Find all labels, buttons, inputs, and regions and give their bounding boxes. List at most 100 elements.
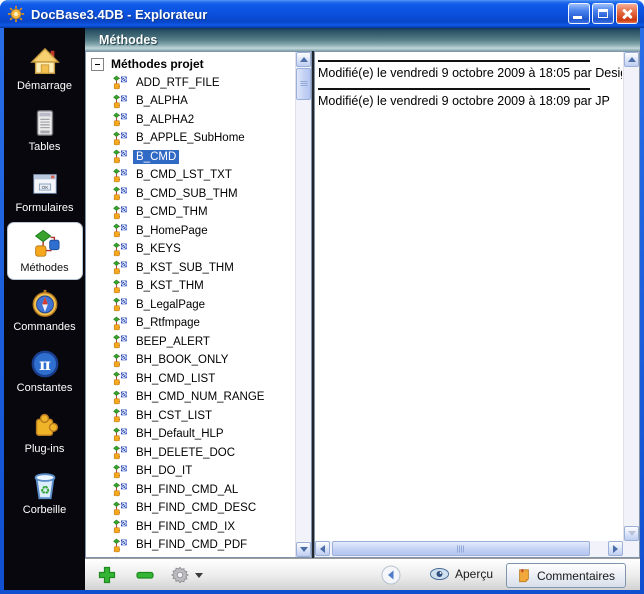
tree-item[interactable]: B_CMD_THM bbox=[86, 203, 295, 222]
maximize-button[interactable] bbox=[592, 3, 614, 24]
tree-item-label[interactable]: BH_CMD_LIST bbox=[133, 372, 218, 386]
tree-item-label[interactable]: B_Rtfmpage bbox=[133, 316, 203, 330]
plus-icon bbox=[97, 565, 117, 585]
tree-item[interactable]: BH_CMD_LIST bbox=[86, 370, 295, 389]
method-icon bbox=[112, 390, 128, 405]
compass-icon bbox=[30, 288, 60, 318]
tree-item[interactable]: BH_CMD_NUM_RANGE bbox=[86, 388, 295, 407]
remove-method-button[interactable] bbox=[135, 565, 155, 585]
tree-item-label[interactable]: BEEP_ALERT bbox=[133, 335, 213, 349]
gear-icon bbox=[171, 566, 189, 584]
tree-item-label[interactable]: BH_DO_IT bbox=[133, 464, 195, 478]
tree-vertical-scrollbar[interactable] bbox=[295, 52, 311, 557]
sidebar-item-constantes[interactable]: πConstantes bbox=[8, 341, 82, 402]
comments-button[interactable]: Commentaires bbox=[506, 563, 626, 588]
tree-item-label[interactable]: B_KEYS bbox=[133, 242, 184, 256]
tree-item-label[interactable]: BH_DELETE_DOC bbox=[133, 446, 238, 460]
tree-item[interactable]: B_CMD_LST_TXT bbox=[86, 166, 295, 185]
tree-item[interactable]: B_ALPHA bbox=[86, 92, 295, 111]
app-gear-icon bbox=[7, 5, 25, 23]
detail-vertical-scrollbar[interactable] bbox=[623, 52, 639, 541]
tree-item-label[interactable]: B_LegalPage bbox=[133, 298, 208, 312]
tree-item-label[interactable]: B_CMD_LST_TXT bbox=[133, 168, 235, 182]
sidebar-item-corbeille[interactable]: ♻ Corbeille bbox=[8, 463, 82, 524]
tree-item-label[interactable]: BH_CMD_NUM_RANGE bbox=[133, 390, 267, 404]
settings-menu-button[interactable] bbox=[171, 566, 203, 584]
scroll-right-button[interactable] bbox=[608, 541, 623, 556]
sidebar-item-label: Constantes bbox=[17, 382, 73, 394]
tree-item-label[interactable]: B_CMD_SUB_THM bbox=[133, 187, 241, 201]
tree-root-row[interactable]: Méthodes projet bbox=[86, 55, 295, 74]
method-icon bbox=[112, 316, 128, 331]
tree-item-label[interactable]: BH_FIND_CMD_PDF bbox=[133, 538, 250, 552]
tree-item-label[interactable]: BH_CST_LIST bbox=[133, 409, 215, 423]
sidebar-item-tables[interactable]: Tables bbox=[8, 100, 82, 161]
preview-button[interactable]: Aperçu bbox=[429, 567, 493, 581]
scroll-up-button[interactable] bbox=[624, 52, 639, 67]
tree-item[interactable]: B_ALPHA2 bbox=[86, 111, 295, 130]
tree-item[interactable]: BEEP_ALERT bbox=[86, 333, 295, 352]
scrollbar-thumb[interactable] bbox=[332, 541, 590, 556]
method-icon bbox=[112, 334, 128, 349]
tree-item-label[interactable]: BH_BOOK_ONLY bbox=[133, 353, 231, 367]
sidebar-item-commandes[interactable]: Commandes bbox=[8, 280, 82, 341]
add-method-button[interactable] bbox=[97, 565, 117, 585]
tree-item-label[interactable]: ADD_RTF_FILE bbox=[133, 76, 223, 90]
thumb-grip bbox=[457, 545, 465, 552]
sidebar-item-label: Corbeille bbox=[23, 504, 66, 516]
sidebar-item-label: Formulaires bbox=[15, 202, 73, 214]
sidebar-item-methodes[interactable]: Méthodes bbox=[7, 222, 83, 280]
collapse-toggle-icon[interactable] bbox=[91, 58, 104, 71]
collapse-panel-button[interactable] bbox=[381, 565, 401, 585]
scroll-down-button[interactable] bbox=[624, 526, 639, 541]
scrollbar-thumb[interactable] bbox=[296, 68, 311, 100]
tree-item[interactable]: BH_FIND_CMD_IX bbox=[86, 518, 295, 537]
tree-item-label[interactable]: B_ALPHA2 bbox=[133, 113, 197, 127]
tree-item[interactable]: B_Rtfmpage bbox=[86, 314, 295, 333]
minimize-button[interactable] bbox=[568, 3, 590, 24]
tree-item[interactable]: BH_FONT_NUMS bbox=[86, 555, 295, 558]
tree-item[interactable]: BH_DO_IT bbox=[86, 462, 295, 481]
tree-item[interactable]: BH_CST_LIST bbox=[86, 407, 295, 426]
home-icon bbox=[30, 47, 60, 77]
sidebar-item-plugins[interactable]: Plug-ins bbox=[8, 402, 82, 463]
tree-item-label[interactable]: B_APPLE_SubHome bbox=[133, 131, 248, 145]
sidebar-item-formulaires[interactable]: OKFormulaires bbox=[8, 161, 82, 222]
tree-item-label[interactable]: B_CMD bbox=[133, 150, 179, 164]
tree-item[interactable]: B_HomePage bbox=[86, 222, 295, 241]
tree-item-label[interactable]: B_KST_SUB_THM bbox=[133, 261, 237, 275]
tree-item-label[interactable]: B_CMD_THM bbox=[133, 205, 211, 219]
tree-item[interactable]: B_CMD bbox=[86, 148, 295, 167]
scroll-left-button[interactable] bbox=[315, 541, 330, 556]
svg-text:♻: ♻ bbox=[39, 484, 49, 497]
tree-item[interactable]: B_KST_THM bbox=[86, 277, 295, 296]
detail-horizontal-scrollbar[interactable] bbox=[315, 541, 623, 557]
tree-item[interactable]: B_KST_SUB_THM bbox=[86, 259, 295, 278]
modification-text: Modifié(e) le vendredi 9 octobre 2009 à … bbox=[318, 94, 622, 108]
scroll-up-button[interactable] bbox=[296, 52, 311, 67]
note-icon bbox=[517, 568, 531, 583]
tree-item-label[interactable]: B_KST_THM bbox=[133, 279, 207, 293]
tree-item[interactable]: B_APPLE_SubHome bbox=[86, 129, 295, 148]
tree-item[interactable]: B_CMD_SUB_THM bbox=[86, 185, 295, 204]
tree-item-label[interactable]: B_ALPHA bbox=[133, 94, 191, 108]
tree-item[interactable]: B_LegalPage bbox=[86, 296, 295, 315]
tree-item[interactable]: BH_FIND_CMD_AL bbox=[86, 481, 295, 500]
tree-item[interactable]: B_KEYS bbox=[86, 240, 295, 259]
separator-line bbox=[318, 88, 590, 90]
tree-item[interactable]: BH_BOOK_ONLY bbox=[86, 351, 295, 370]
tree-item[interactable]: BH_FIND_CMD_DESC bbox=[86, 499, 295, 518]
tree-item[interactable]: BH_DELETE_DOC bbox=[86, 444, 295, 463]
tree-item-label[interactable]: BH_FIND_CMD_DESC bbox=[133, 501, 259, 515]
title-bar[interactable]: DocBase3.4DB - Explorateur bbox=[0, 0, 644, 28]
tree-item[interactable]: ADD_RTF_FILE bbox=[86, 74, 295, 93]
sidebar-item-demarrage[interactable]: Démarrage bbox=[8, 39, 82, 100]
tree-item[interactable]: BH_Default_HLP bbox=[86, 425, 295, 444]
tree-item-label[interactable]: BH_FIND_CMD_AL bbox=[133, 483, 241, 497]
scroll-down-button[interactable] bbox=[296, 542, 311, 557]
tree-item-label[interactable]: BH_FIND_CMD_IX bbox=[133, 520, 238, 534]
tree-item[interactable]: BH_FIND_CMD_PDF bbox=[86, 536, 295, 555]
tree-item-label[interactable]: B_HomePage bbox=[133, 224, 211, 238]
close-button[interactable] bbox=[616, 3, 638, 24]
tree-item-label[interactable]: BH_Default_HLP bbox=[133, 427, 227, 441]
